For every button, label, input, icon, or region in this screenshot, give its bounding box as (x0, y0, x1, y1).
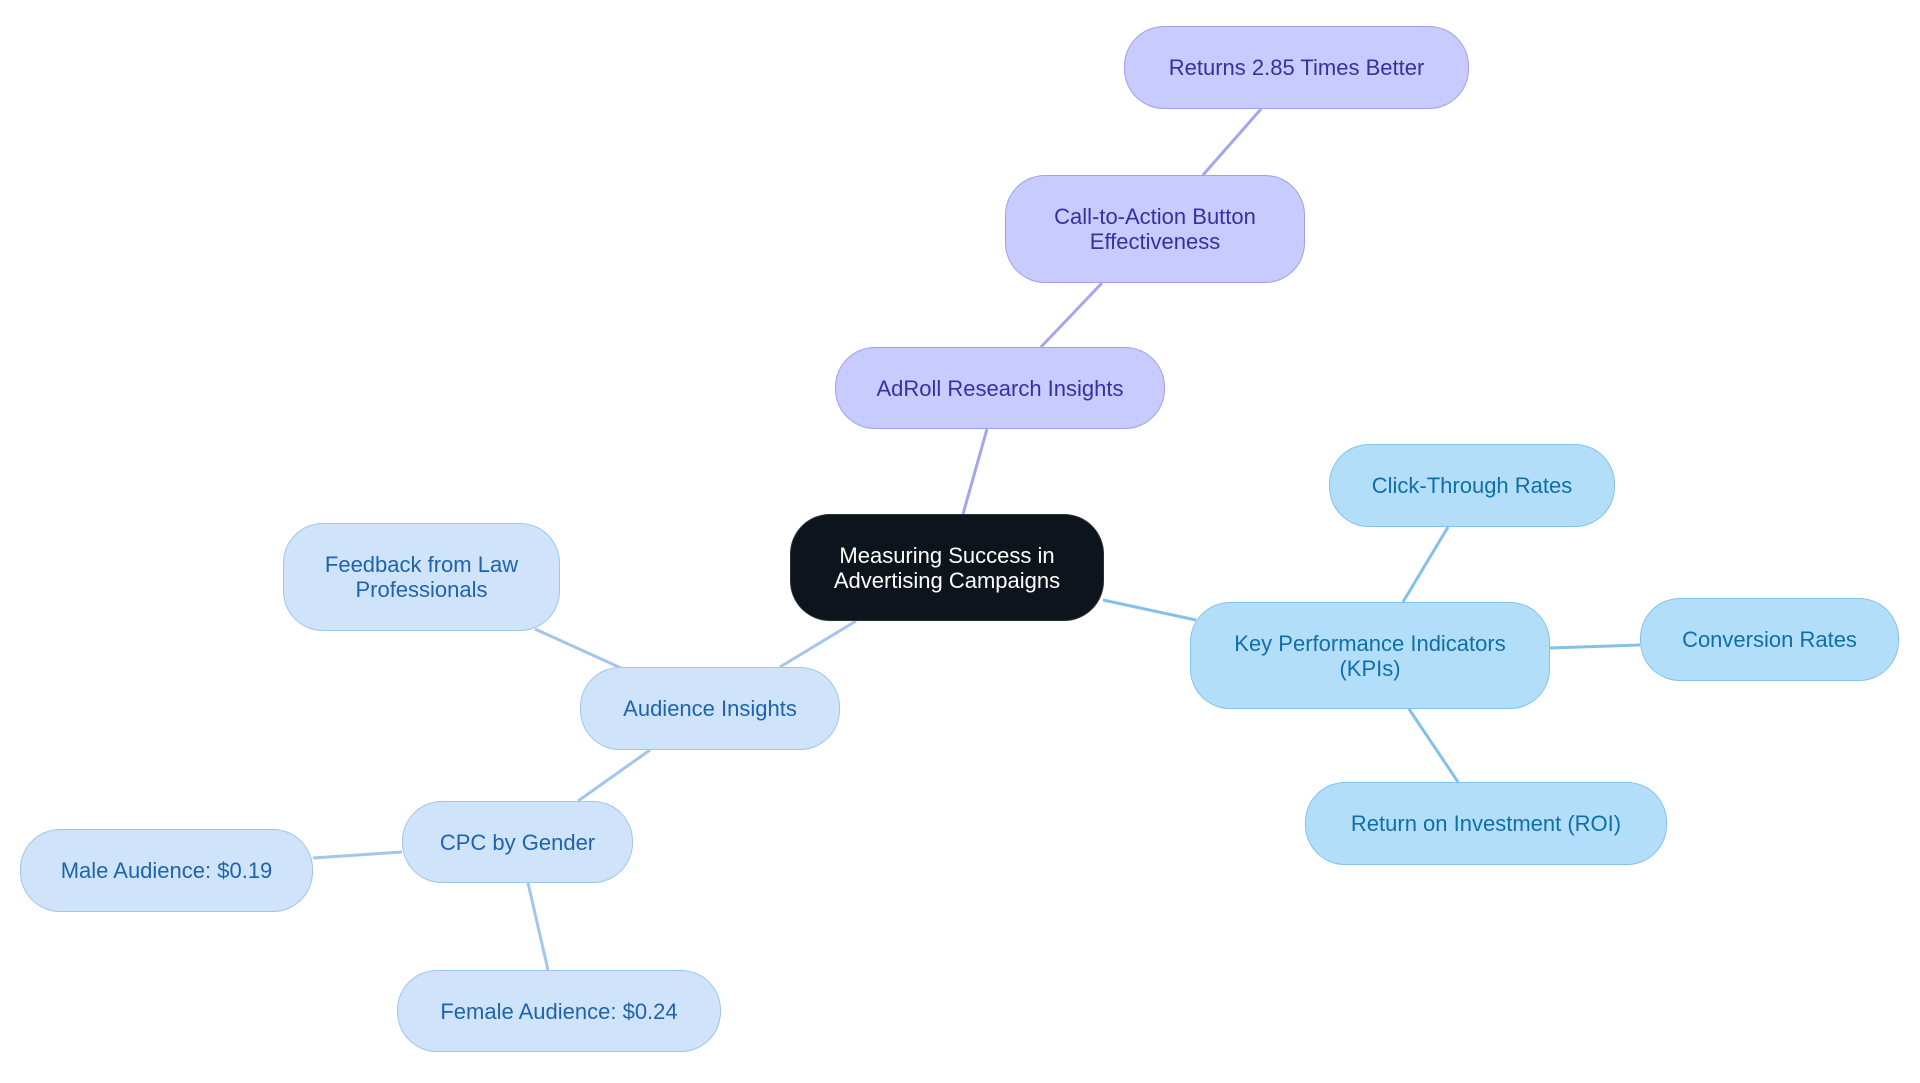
node-male-audience[interactable]: Male Audience: $0.19 (20, 829, 313, 912)
node-label: Key Performance Indicators (KPIs) (1234, 630, 1506, 681)
node-label: Male Audience: $0.19 (60, 858, 273, 883)
edge-root-adroll (961, 428, 989, 515)
node-key-performance-indicators[interactable]: Key Performance Indicators (KPIs) (1190, 602, 1550, 709)
node-label: Conversion Rates (1682, 627, 1857, 652)
node-feedback-law-professionals[interactable]: Feedback from Law Professionals (283, 523, 560, 631)
node-call-to-action-effectiveness[interactable]: Call-to-Action Button Effectiveness (1005, 175, 1305, 283)
node-label: AdRoll Research Insights (876, 375, 1124, 401)
node-adroll-research-insights[interactable]: AdRoll Research Insights (835, 347, 1165, 429)
node-audience-insights[interactable]: Audience Insights (580, 667, 840, 750)
node-label: Return on Investment (ROI) (1350, 811, 1622, 836)
node-female-audience[interactable]: Female Audience: $0.24 (397, 970, 721, 1052)
node-label: Female Audience: $0.24 (440, 998, 678, 1024)
node-returns-2-85-times-better[interactable]: Returns 2.85 Times Better (1124, 26, 1469, 109)
root-node[interactable]: Measuring Success in Advertising Campaig… (790, 514, 1104, 621)
node-return-on-investment[interactable]: Return on Investment (ROI) (1305, 782, 1667, 865)
edge-root-kpis (1102, 598, 1197, 622)
root-node-label: Measuring Success in Advertising Campaig… (833, 542, 1061, 593)
node-conversion-rates[interactable]: Conversion Rates (1640, 598, 1899, 681)
edge-cta-returns (1201, 108, 1263, 176)
edge-root-audience (779, 619, 857, 669)
node-click-through-rates[interactable]: Click-Through Rates (1329, 444, 1615, 527)
node-label: Feedback from Law Professionals (324, 552, 519, 602)
edge-cpc-female (526, 882, 550, 971)
edge-kpis-roi (1407, 708, 1460, 783)
edge-audience-feedback (534, 627, 622, 670)
edge-kpis-ctr (1401, 526, 1450, 603)
node-label: Call-to-Action Button Effectiveness (1054, 204, 1256, 254)
edge-kpis-conversion (1549, 643, 1641, 650)
node-label: Returns 2.85 Times Better (1168, 55, 1425, 80)
node-label: CPC by Gender (439, 829, 596, 855)
node-label: Audience Insights (623, 696, 797, 721)
edge-adroll-cta (1039, 281, 1104, 349)
node-label: Click-Through Rates (1371, 473, 1573, 498)
node-cpc-by-gender[interactable]: CPC by Gender (402, 801, 633, 883)
edge-cpc-male (312, 850, 403, 860)
edge-audience-cpc (577, 748, 651, 803)
